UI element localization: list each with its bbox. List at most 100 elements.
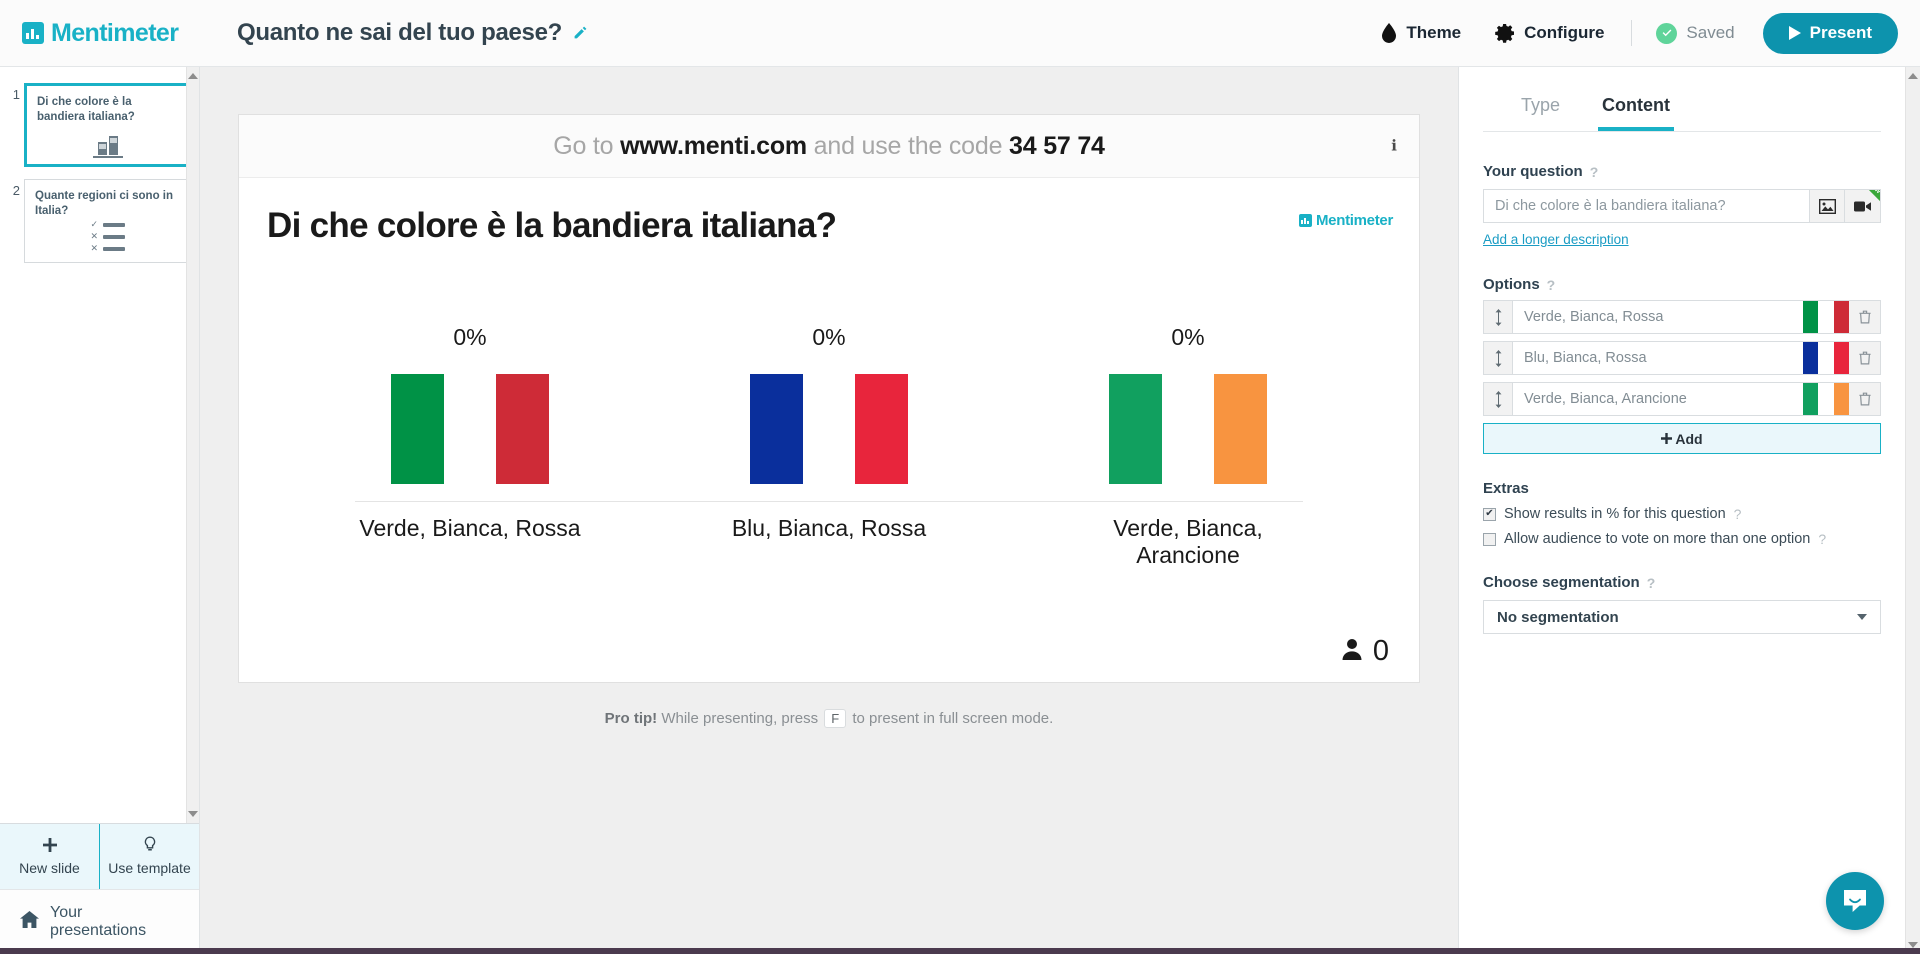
add-image-button[interactable] [1809,189,1845,223]
new-slide-label: New slide [19,860,80,876]
slide-number: 2 [12,183,20,198]
extras-option-multi-vote[interactable]: Allow audience to vote on more than one … [1483,531,1881,547]
pro-tip: Pro tip! While presenting, press F to pr… [604,709,1054,728]
add-option-button[interactable]: Add [1483,423,1881,454]
option-input[interactable]: Verde, Bianca, Rossa [1513,300,1803,334]
instructions-middle: and use the code [806,131,1010,160]
question-input[interactable]: Di che colore è la bandiera italiana? [1483,189,1809,223]
extras-section: Extras Show results in % for this questi… [1483,480,1881,547]
trash-icon [1858,392,1871,406]
content-panel-inner: Type Content Your question ? Di che colo… [1459,67,1905,954]
page-title: Quanto ne sai del tuo paese? [237,19,562,46]
mentimeter-watermark: Mentimeter [1298,212,1393,229]
pro-tip-before: While presenting, press [657,710,823,727]
info-icon[interactable]: ℹ [1391,137,1397,156]
plus-icon [1661,431,1673,447]
top-bar: Mentimeter Quanto ne sai del tuo paese? … [0,0,1920,67]
checkbox-multi-vote[interactable] [1483,532,1496,546]
results-chart: 0% 0% 0% Verde, Bianca, Rossa Blu, Bianc… [267,324,1391,569]
option-color-swatch[interactable] [1803,341,1849,375]
slide-list-item[interactable]: 2 Quante regioni ci sono in Italia? ✓ ✕ … [0,173,199,269]
help-icon[interactable]: ? [1590,164,1599,180]
present-label: Present [1809,23,1872,42]
category-label: Verde, Bianca, Arancione [1113,515,1263,568]
option-color-swatch[interactable] [1803,382,1849,416]
category-label: Verde, Bianca, Rossa [359,515,581,541]
scroll-up-icon[interactable] [1908,73,1918,79]
option-input[interactable]: Blu, Bianca, Rossa [1513,341,1803,375]
use-template-button[interactable]: Use template [100,824,199,889]
configure-button[interactable]: Configure [1478,13,1621,53]
add-video-button[interactable]: NEW [1845,189,1881,223]
menti-instructions: Go to www.menti.com and use the code 34 … [553,132,1105,161]
tab-content[interactable]: Content [1598,89,1675,131]
bar-value-label: 0% [1171,324,1205,350]
top-bar-actions: Theme Configure Saved Present [1364,12,1898,54]
slides-list: 1 Di che colore è la bandiera italiana? [0,67,199,823]
slide-thumbnail-text: Di che colore è la bandiera italiana? [37,96,135,123]
options-section-label: Options ? [1483,276,1881,293]
new-slide-button[interactable]: New slide [0,824,100,889]
chart-column: 0% [1073,324,1303,484]
present-button[interactable]: Present [1762,12,1898,54]
option-row: Verde, Bianca, Rossa [1483,300,1881,334]
slide-thumbnail-text: Quante regioni ci sono in Italia? [35,190,174,217]
person-icon [1340,637,1364,667]
slide-question-title: Di che colore è la bandiera italiana? [267,206,837,245]
question-section: Your question ? Di che colore è la bandi… [1483,163,1881,249]
drag-handle-icon[interactable] [1483,341,1513,375]
saved-label: Saved [1686,23,1735,42]
segmentation-value: No segmentation [1497,608,1619,626]
checkbox-label: Show results in % for this question [1504,506,1726,522]
your-presentations-link[interactable]: Your presentations [0,889,199,954]
slide-thumbnail-1[interactable]: Di che colore è la bandiera italiana? [24,83,191,167]
help-icon[interactable]: ? [1647,575,1656,591]
editor-body: 1 Di che colore è la bandiera italiana? [0,67,1920,954]
droplet-icon [1382,23,1397,43]
support-chat-button[interactable] [1826,872,1884,930]
option-input[interactable]: Verde, Bianca, Arancione [1513,382,1803,416]
pro-tip-bold: Pro tip! [604,710,658,727]
scroll-down-icon[interactable] [188,811,198,817]
delete-option-button[interactable] [1849,382,1881,416]
segmentation-select[interactable]: No segmentation [1483,600,1881,634]
tab-type[interactable]: Type [1517,89,1564,131]
participant-counter: 0 [1340,635,1389,668]
help-icon[interactable]: ? [1547,277,1556,293]
help-icon[interactable]: ? [1818,531,1826,547]
participant-count: 0 [1372,635,1389,667]
pro-tip-after: to present in full screen mode. [848,710,1054,727]
brand-logo[interactable]: Mentimeter [22,19,204,48]
delete-option-button[interactable] [1849,341,1881,375]
theme-button[interactable]: Theme [1364,13,1478,53]
trash-icon [1858,351,1871,365]
option-row: Blu, Bianca, Rossa [1483,341,1881,375]
theme-label: Theme [1406,23,1462,42]
play-icon [1788,26,1801,40]
home-icon [20,911,39,933]
slides-scrollbar[interactable] [186,67,199,823]
delete-option-button[interactable] [1849,300,1881,334]
scroll-up-icon[interactable] [188,73,198,79]
extras-option-show-percent[interactable]: Show results in % for this question ? [1483,506,1881,522]
segmentation-label: Choose segmentation ? [1483,574,1881,591]
drag-handle-icon[interactable] [1483,300,1513,334]
add-description-link[interactable]: Add a longer description [1483,232,1629,247]
pencil-icon[interactable] [572,25,588,41]
chart-bars: 0% 0% 0% [355,324,1303,484]
checkbox-show-percent[interactable] [1483,507,1496,521]
drag-handle-icon[interactable] [1483,382,1513,416]
category-label: Blu, Bianca, Rossa [731,515,927,541]
keyboard-key: F [824,709,847,728]
slide-thumbnail-2[interactable]: Quante regioni ci sono in Italia? ✓ ✕ ✕ [24,179,191,263]
panel-scrollbar[interactable] [1905,67,1920,954]
slide-list-item[interactable]: 1 Di che colore è la bandiera italiana? [0,77,199,173]
slide-preview-area: Go to www.menti.com and use the code 34 … [200,67,1458,954]
chat-bubble-icon [1844,890,1866,912]
plus-icon [4,835,95,857]
slide-canvas: Di che colore è la bandiera italiana? Me… [239,178,1419,682]
help-icon[interactable]: ? [1734,506,1742,522]
instructions-prefix: Go to [553,131,621,160]
extras-label: Extras [1483,480,1529,497]
option-color-swatch[interactable] [1803,300,1849,334]
